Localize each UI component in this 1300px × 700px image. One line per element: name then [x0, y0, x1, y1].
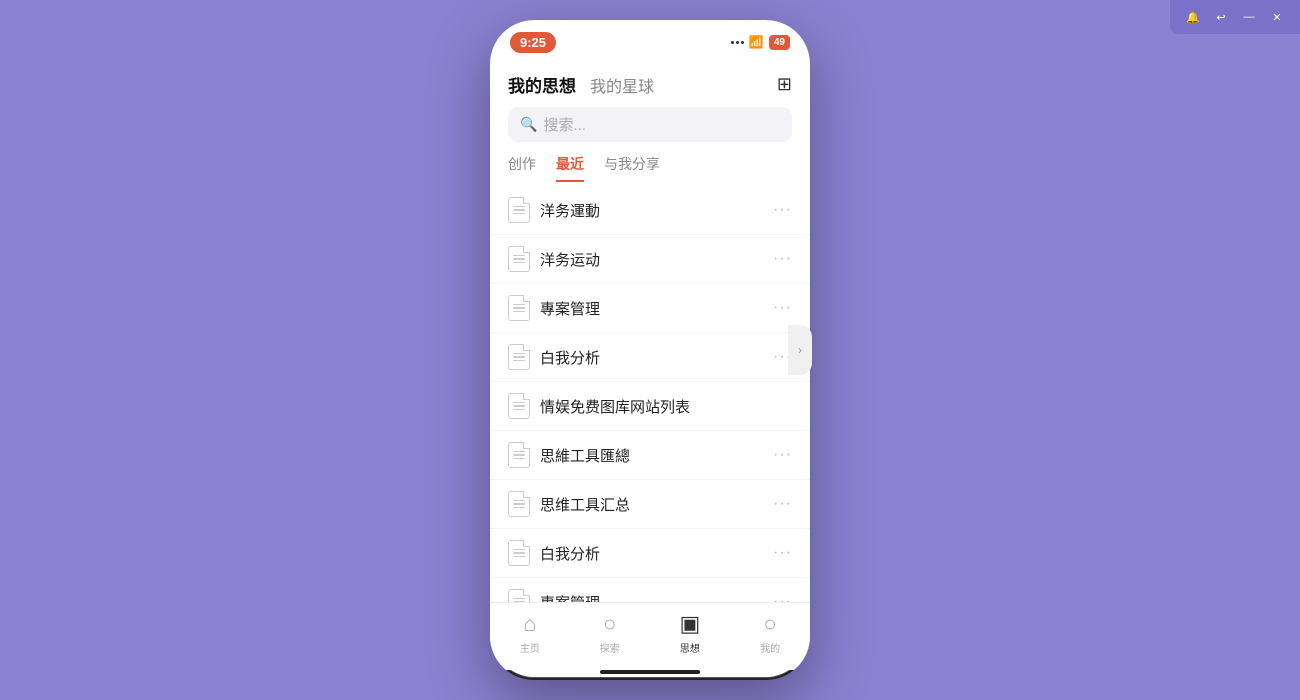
- sub-tabs: 创作 最近 与我分享: [490, 148, 810, 182]
- list-item-text: 專案管理: [540, 298, 600, 319]
- list-item[interactable]: 白我分析 ···: [490, 529, 810, 578]
- tab-create[interactable]: 创作: [508, 154, 536, 182]
- tab-shared[interactable]: 与我分享: [604, 154, 660, 182]
- list-item-text: 思維工具匯總: [540, 445, 630, 466]
- more-icon[interactable]: ···: [773, 446, 792, 464]
- more-icon[interactable]: ···: [773, 299, 792, 317]
- tab-recent[interactable]: 最近: [556, 154, 584, 182]
- content-area: 我的思想 我的星球 ⊞ 🔍 搜索... 创作 最近 与我分享: [490, 64, 810, 670]
- search-placeholder: 搜索...: [543, 114, 586, 135]
- nav-label-thoughts: 思想: [680, 640, 700, 655]
- doc-icon: [508, 295, 530, 321]
- status-time: 9:25: [510, 32, 556, 53]
- secondary-tab[interactable]: 我的星球: [590, 73, 654, 97]
- doc-icon: [508, 393, 530, 419]
- list-item[interactable]: 洋务運動 ···: [490, 186, 810, 235]
- more-icon[interactable]: ···: [773, 250, 792, 268]
- doc-icon: [508, 589, 530, 602]
- list-item-text: 思维工具汇总: [540, 494, 630, 515]
- list-item-text: 白我分析: [540, 347, 600, 368]
- app-header: 我的思想 我的星球 ⊞: [490, 64, 810, 97]
- expand-handle[interactable]: ›: [788, 325, 812, 375]
- list-item-text: 洋务運動: [540, 200, 600, 221]
- nav-label-mine: 我的: [760, 640, 780, 655]
- list-item[interactable]: 思維工具匯總 ···: [490, 431, 810, 480]
- list-item-text: 專案管理: [540, 592, 600, 603]
- undo-button[interactable]: ↩: [1210, 6, 1232, 28]
- list-area: 洋务運動 ··· 洋务运动 ···: [490, 182, 810, 602]
- primary-tab[interactable]: 我的思想: [508, 72, 576, 97]
- search-bar[interactable]: 🔍 搜索...: [508, 107, 792, 142]
- header-tabs: 我的思想 我的星球: [508, 72, 654, 97]
- more-icon[interactable]: ···: [773, 544, 792, 562]
- nav-item-explore[interactable]: ○ 探索: [600, 611, 620, 655]
- home-icon: ⌂: [523, 611, 536, 637]
- nav-item-thoughts[interactable]: ▣ 思想: [679, 611, 700, 655]
- nav-label-explore: 探索: [600, 640, 620, 655]
- more-icon-empty: ···: [773, 397, 792, 415]
- nav-item-home[interactable]: ⌂ 主页: [520, 611, 540, 655]
- wifi-icon: 📶: [749, 35, 764, 49]
- more-icon[interactable]: ···: [773, 201, 792, 219]
- list-item-text: 情娱免费图库网站列表: [540, 396, 690, 417]
- mine-icon: ○: [763, 611, 776, 637]
- doc-icon: [508, 442, 530, 468]
- status-right: 📶 49: [731, 35, 790, 50]
- expand-arrow-icon: ›: [798, 343, 802, 357]
- more-icon[interactable]: ···: [773, 593, 792, 602]
- search-icon: 🔍: [520, 116, 537, 133]
- grid-icon[interactable]: ⊞: [777, 74, 792, 95]
- list-item[interactable]: 情娱免费图库网站列表 ···: [490, 382, 810, 431]
- home-indicator: [600, 670, 700, 674]
- list-item-text: 洋务运动: [540, 249, 600, 270]
- bottom-nav: ⌂ 主页 ○ 探索 ▣ 思想 ○ 我的: [490, 602, 810, 670]
- title-bar: 🔔 ↩ — ✕: [1170, 0, 1300, 34]
- explore-icon: ○: [603, 611, 616, 637]
- battery-badge: 49: [769, 35, 790, 50]
- list-item-text: 白我分析: [540, 543, 600, 564]
- list-item[interactable]: 洋务运动 ···: [490, 235, 810, 284]
- more-icon[interactable]: ···: [773, 495, 792, 513]
- nav-item-mine[interactable]: ○ 我的: [760, 611, 780, 655]
- doc-icon: [508, 344, 530, 370]
- list-item[interactable]: 思维工具汇总 ···: [490, 480, 810, 529]
- signal-dots: [731, 41, 744, 44]
- phone-wrapper: 9:25 📶 49 我的思想 我的星球 ⊞: [490, 20, 810, 680]
- phone-frame: 9:25 📶 49 我的思想 我的星球 ⊞: [490, 20, 810, 680]
- doc-icon: [508, 246, 530, 272]
- signal-dot-2: [736, 41, 739, 44]
- doc-icon: [508, 197, 530, 223]
- status-bar: 9:25 📶 49: [490, 20, 810, 64]
- close-button[interactable]: ✕: [1266, 6, 1288, 28]
- list-item[interactable]: 專案管理 ···: [490, 578, 810, 602]
- notification-button[interactable]: 🔔: [1182, 6, 1204, 28]
- thoughts-icon: ▣: [679, 611, 700, 637]
- nav-label-home: 主页: [520, 640, 540, 655]
- list-item[interactable]: 專案管理 ···: [490, 284, 810, 333]
- doc-icon: [508, 540, 530, 566]
- minimize-button[interactable]: —: [1238, 6, 1260, 28]
- signal-dot-3: [741, 41, 744, 44]
- signal-dot-1: [731, 41, 734, 44]
- doc-icon: [508, 491, 530, 517]
- list-item[interactable]: 白我分析 ···: [490, 333, 810, 382]
